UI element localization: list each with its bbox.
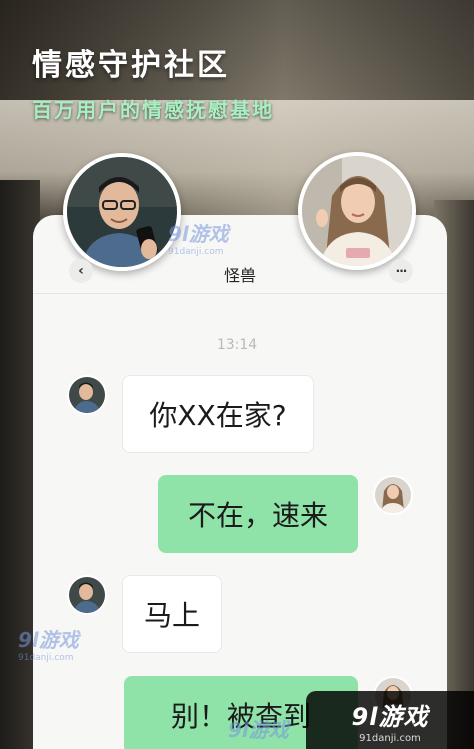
watermark-logo: 9l游戏 91danji.com — [168, 218, 229, 257]
female-avatar-small[interactable] — [373, 475, 413, 515]
watermark-text: 9l游戏 — [228, 718, 289, 742]
promo-headline: 情感守护社区 — [32, 48, 230, 83]
male-avatar-small[interactable] — [67, 575, 107, 615]
promo-subline: 百万用户的情感抚慰基地 — [32, 98, 274, 122]
chat-title: 怪兽 — [223, 266, 256, 285]
more-icon[interactable]: ··· — [389, 259, 413, 283]
message-bubble-incoming[interactable]: 你XX在家? — [122, 375, 314, 453]
watermark-text: 9l游戏 — [168, 222, 229, 246]
message-bubble-incoming[interactable]: 马上 — [122, 575, 222, 653]
brand-url: 91danji.com — [359, 732, 421, 744]
brand-badge: 9l游戏 91danji.com — [306, 691, 474, 749]
watermark-url: 91danji.com — [168, 247, 224, 257]
message-bubble-outgoing[interactable]: 不在，速来 — [158, 475, 358, 553]
watermark-logo: 9l游戏 — [228, 714, 289, 743]
message-timestamp: 13:14 — [216, 337, 258, 353]
watermark-url: 91danji.com — [18, 653, 74, 663]
chat-header: ‹ 怪兽 ··· — [33, 250, 447, 294]
male-avatar-small[interactable] — [67, 375, 107, 415]
brand-name: 9l游戏 — [351, 702, 429, 731]
watermark-logo: 9l游戏 91danji.com — [18, 624, 79, 663]
watermark-text: 9l游戏 — [18, 628, 79, 652]
